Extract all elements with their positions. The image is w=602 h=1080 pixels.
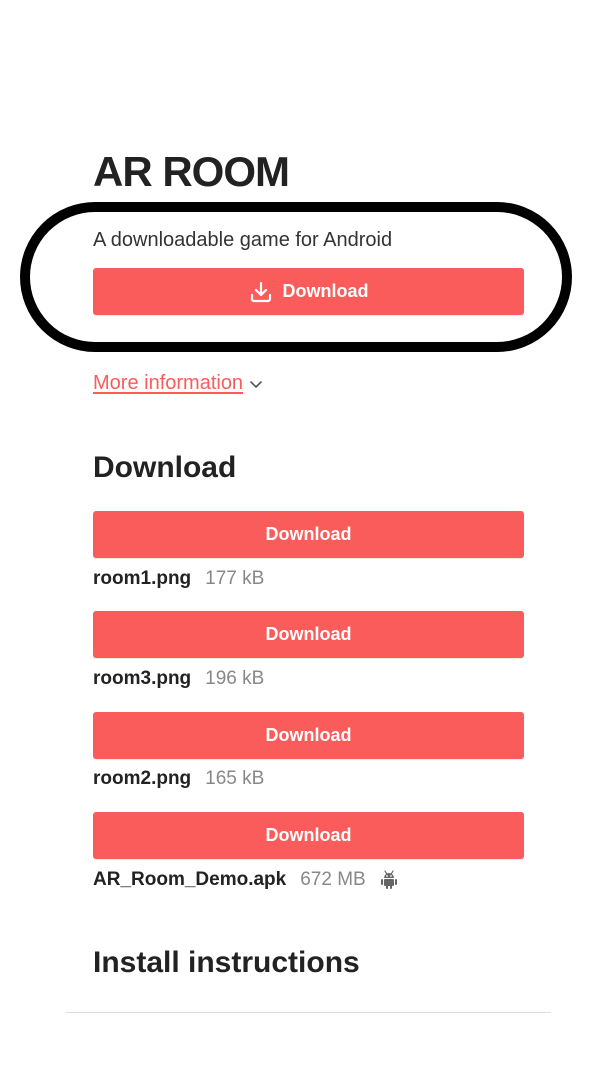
- download-button-room3[interactable]: Download: [93, 611, 524, 658]
- divider: [66, 1012, 551, 1013]
- file-size: 165 kB: [205, 768, 265, 789]
- chevron-down-icon: [249, 380, 263, 390]
- file-row: room2.png 165 kB: [93, 767, 264, 791]
- file-size: 196 kB: [205, 668, 265, 689]
- file-row: AR_Room_Demo.apk 672 MB: [93, 868, 398, 892]
- more-information-toggle[interactable]: More information: [93, 369, 263, 397]
- download-button-label: Download: [265, 624, 352, 644]
- primary-download-button[interactable]: Download: [93, 268, 524, 315]
- more-information-link[interactable]: More information: [93, 369, 243, 397]
- page-title: AR ROOM: [93, 148, 290, 195]
- download-button-label: Download: [265, 725, 352, 745]
- download-button-label: Download: [265, 524, 352, 544]
- game-tagline: A downloadable game for Android: [93, 229, 393, 251]
- file-name: room2.png: [93, 768, 192, 789]
- primary-download-label: Download: [282, 281, 369, 301]
- file-size: 177 kB: [205, 568, 265, 589]
- file-size: 672 MB: [300, 869, 366, 890]
- download-button-room2[interactable]: Download: [93, 712, 524, 759]
- download-button-apk[interactable]: Download: [93, 812, 524, 859]
- download-button-room1[interactable]: Download: [93, 511, 524, 558]
- file-name: room3.png: [93, 668, 192, 689]
- file-name: room1.png: [93, 568, 192, 589]
- file-name: AR_Room_Demo.apk: [93, 869, 287, 890]
- file-row: room3.png 196 kB: [93, 667, 264, 691]
- android-icon: [380, 870, 398, 890]
- download-icon: [249, 280, 273, 304]
- download-button-label: Download: [265, 825, 352, 845]
- download-section-heading: Download: [93, 451, 237, 484]
- file-row: room1.png 177 kB: [93, 567, 264, 591]
- install-instructions-heading: Install instructions: [93, 946, 360, 979]
